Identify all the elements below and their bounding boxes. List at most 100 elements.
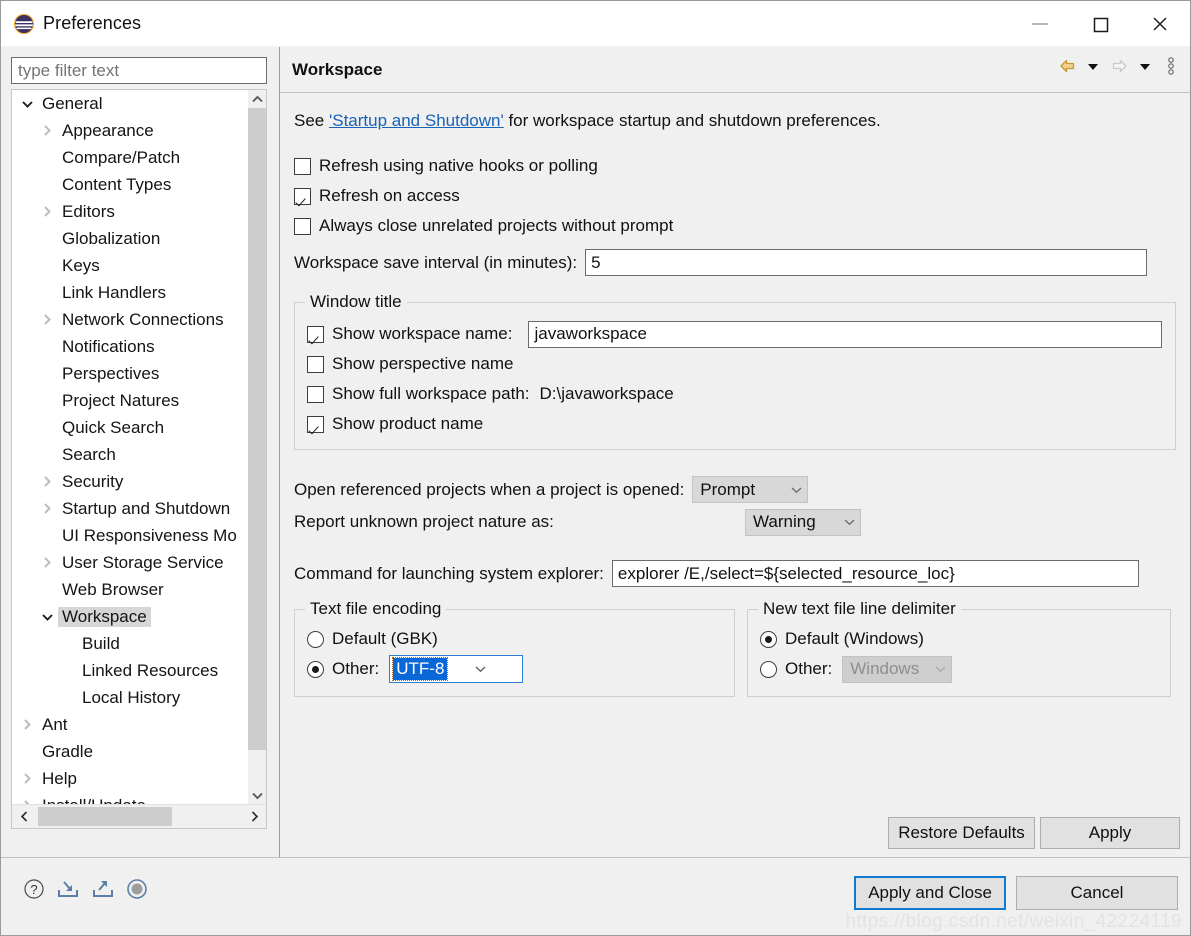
sidebar-item-workspace[interactable]: Workspace [12, 603, 250, 630]
sidebar-item-linked-resources[interactable]: Linked Resources [12, 657, 250, 684]
checkbox-always-close-unrelated[interactable]: Always close unrelated projects without … [294, 213, 1176, 239]
tree-horizontal-scrollbar[interactable] [12, 804, 266, 828]
startup-shutdown-link[interactable]: 'Startup and Shutdown' [329, 111, 504, 130]
apply-button[interactable]: Apply [1040, 817, 1180, 849]
workspace-name-input[interactable] [528, 320, 1163, 348]
checkbox-show-product-name[interactable]: Show product name [307, 411, 1163, 437]
sidebar-item-quick-search[interactable]: Quick Search [12, 414, 250, 441]
help-icon[interactable]: ? [23, 878, 45, 905]
sidebar-item-label: Project Natures [62, 390, 180, 410]
sidebar-item-network-connections[interactable]: Network Connections [12, 306, 250, 333]
sidebar-item-security[interactable]: Security [12, 468, 250, 495]
sidebar-item-editors[interactable]: Editors [12, 198, 250, 225]
search-input[interactable] [11, 57, 267, 84]
chevron-right-icon[interactable] [36, 502, 58, 515]
checkbox-box[interactable] [294, 217, 311, 235]
export-icon[interactable] [91, 878, 115, 905]
sidebar-item-install-update[interactable]: Install/Update [12, 792, 250, 804]
checkbox-box[interactable] [307, 415, 324, 433]
scroll-down-icon[interactable] [248, 786, 266, 804]
sidebar-item-label: Link Handlers [62, 282, 166, 302]
checkbox-refresh-native-hooks[interactable]: Refresh using native hooks or polling [294, 153, 1176, 179]
chevron-down-icon[interactable] [36, 612, 58, 622]
checkbox-label: Show perspective name [332, 354, 514, 373]
sidebar-item-ui-responsiveness-mo[interactable]: UI Responsiveness Mo [12, 522, 250, 549]
chevron-right-icon[interactable] [36, 205, 58, 218]
checkbox-box[interactable] [307, 385, 324, 403]
sidebar-item-globalization[interactable]: Globalization [12, 225, 250, 252]
sidebar-item-general[interactable]: General [12, 90, 250, 117]
checkbox-box[interactable] [307, 325, 324, 343]
radio-button[interactable] [307, 630, 324, 648]
chevron-right-icon[interactable] [36, 313, 58, 326]
checkbox-label: Show product name [332, 414, 484, 433]
chevron-right-icon[interactable] [36, 124, 58, 137]
tree-hscroll-thumb[interactable] [38, 807, 172, 826]
chevron-right-icon[interactable] [16, 718, 38, 731]
sidebar-item-notifications[interactable]: Notifications [12, 333, 250, 360]
back-dropdown-icon[interactable] [1082, 53, 1104, 79]
checkbox-box[interactable] [294, 187, 311, 205]
open-referenced-combo[interactable]: Prompt [692, 476, 809, 503]
sidebar-item-local-history[interactable]: Local History [12, 684, 250, 711]
checkbox-refresh-on-access[interactable]: Refresh on access [294, 183, 1176, 209]
checkbox-show-full-workspace-path[interactable]: Show full workspace path: D:\javaworkspa… [307, 381, 1163, 407]
page-title: Workspace [292, 59, 383, 79]
radio-delimiter-other[interactable]: Other: Windows [760, 654, 1158, 684]
chevron-down-icon [844, 518, 855, 526]
encoding-combo[interactable]: UTF-8 [389, 655, 524, 683]
chevron-right-icon[interactable] [36, 556, 58, 569]
sidebar-item-keys[interactable]: Keys [12, 252, 250, 279]
radio-button[interactable] [760, 660, 777, 678]
radio-button[interactable] [760, 630, 777, 648]
close-button[interactable] [1130, 2, 1190, 46]
sidebar-item-startup-and-shutdown[interactable]: Startup and Shutdown [12, 495, 250, 522]
checkbox-show-perspective-name[interactable]: Show perspective name [307, 351, 1163, 377]
sidebar-item-user-storage-service[interactable]: User Storage Service [12, 549, 250, 576]
scroll-up-icon[interactable] [248, 90, 266, 108]
forward-dropdown-icon[interactable] [1134, 53, 1156, 79]
save-interval-input[interactable] [585, 249, 1148, 276]
sidebar-item-content-types[interactable]: Content Types [12, 171, 250, 198]
tree-scroll-thumb[interactable] [248, 108, 266, 750]
combo-value: Warning [753, 512, 816, 531]
preferences-dialog: Preferences General Appearance Compare/Pat… [0, 0, 1191, 936]
explorer-command-label: Command for launching system explorer: [294, 563, 604, 583]
checkbox-label: Refresh on access [319, 186, 460, 205]
maximize-button[interactable] [1070, 2, 1130, 46]
sidebar-item-appearance[interactable]: Appearance [12, 117, 250, 144]
chevron-right-icon[interactable] [36, 475, 58, 488]
import-icon[interactable] [56, 878, 80, 905]
checkbox-box[interactable] [307, 355, 324, 373]
sidebar-item-search[interactable]: Search [12, 441, 250, 468]
back-arrow-icon[interactable] [1056, 53, 1078, 79]
restore-defaults-button[interactable]: Restore Defaults [888, 817, 1035, 849]
radio-button[interactable] [307, 660, 324, 678]
sidebar-item-gradle[interactable]: Gradle [12, 738, 250, 765]
apply-and-close-button[interactable]: Apply and Close [854, 876, 1006, 910]
sidebar-item-compare-patch[interactable]: Compare/Patch [12, 144, 250, 171]
explorer-command-input[interactable] [611, 560, 1139, 587]
report-nature-combo[interactable]: Warning [745, 508, 861, 536]
oomph-icon[interactable] [126, 878, 148, 905]
tree-vertical-scrollbar[interactable] [248, 90, 266, 804]
radio-encoding-other[interactable]: Other: UTF-8 [307, 654, 722, 684]
scroll-left-icon[interactable] [12, 805, 36, 828]
minimize-button[interactable] [1010, 2, 1070, 46]
sidebar-item-link-handlers[interactable]: Link Handlers [12, 279, 250, 306]
chevron-down-icon[interactable] [16, 99, 38, 109]
checkbox-box[interactable] [294, 157, 311, 175]
sidebar-item-help[interactable]: Help [12, 765, 250, 792]
cancel-button[interactable]: Cancel [1016, 876, 1178, 910]
sidebar-item-perspectives[interactable]: Perspectives [12, 360, 250, 387]
radio-delimiter-default[interactable]: Default (Windows) [760, 624, 1158, 654]
radio-encoding-default[interactable]: Default (GBK) [307, 624, 722, 654]
sidebar-item-project-natures[interactable]: Project Natures [12, 387, 250, 414]
sidebar-item-build[interactable]: Build [12, 630, 250, 657]
sidebar-item-ant[interactable]: Ant [12, 711, 250, 738]
scroll-right-icon[interactable] [242, 805, 266, 828]
view-menu-icon[interactable] [1160, 53, 1182, 79]
sidebar-item-web-browser[interactable]: Web Browser [12, 576, 250, 603]
checkbox-show-workspace-name[interactable]: Show workspace name: [307, 320, 1163, 348]
chevron-right-icon[interactable] [16, 772, 38, 785]
